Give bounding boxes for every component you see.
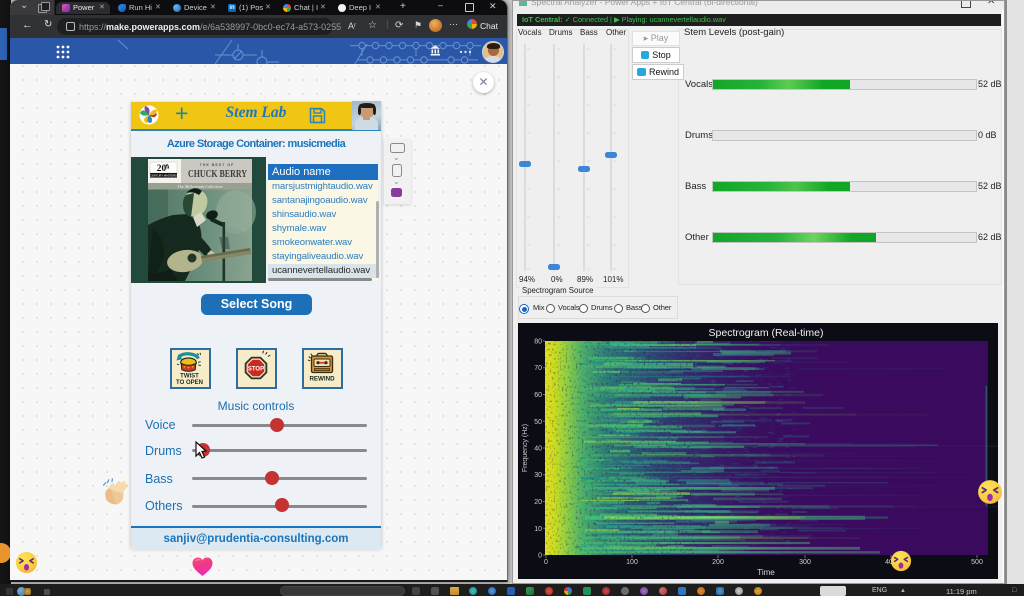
- svg-text:20̇ʱ: 20̇ʱ: [157, 163, 171, 174]
- svg-text:Time: Time: [757, 568, 775, 577]
- svg-text:Spectrogram (Real-time): Spectrogram (Real-time): [709, 327, 824, 339]
- svg-text:TWIST: TWIST: [180, 374, 199, 380]
- svg-text:Frequency (Hz): Frequency (Hz): [522, 424, 529, 472]
- svg-text:REWIND: REWIND: [309, 376, 335, 383]
- svg-text:80: 80: [534, 339, 542, 346]
- svg-text:200: 200: [712, 559, 724, 566]
- svg-text:300: 300: [799, 559, 811, 566]
- svg-text:CENTURY MASTERS: CENTURY MASTERS: [150, 174, 177, 178]
- svg-text:CHUCK BERRY: CHUCK BERRY: [188, 169, 248, 180]
- svg-text:500: 500: [971, 559, 983, 566]
- svg-text:THE BEST OF: THE BEST OF: [200, 163, 235, 167]
- svg-text:30: 30: [534, 472, 542, 479]
- svg-text:20: 20: [534, 499, 542, 506]
- svg-text:70: 70: [534, 365, 542, 372]
- svg-text:0: 0: [538, 553, 542, 560]
- svg-text:100: 100: [626, 559, 638, 566]
- svg-text:0: 0: [544, 559, 548, 566]
- svg-text:40: 40: [534, 446, 542, 453]
- svg-text:60: 60: [534, 392, 542, 399]
- svg-text:50: 50: [534, 419, 542, 426]
- svg-text:TO OPEN: TO OPEN: [176, 380, 203, 386]
- svg-text:The Millennium Collection: The Millennium Collection: [177, 184, 222, 189]
- svg-text:10: 10: [534, 526, 542, 533]
- svg-text:STOP: STOP: [248, 366, 264, 372]
